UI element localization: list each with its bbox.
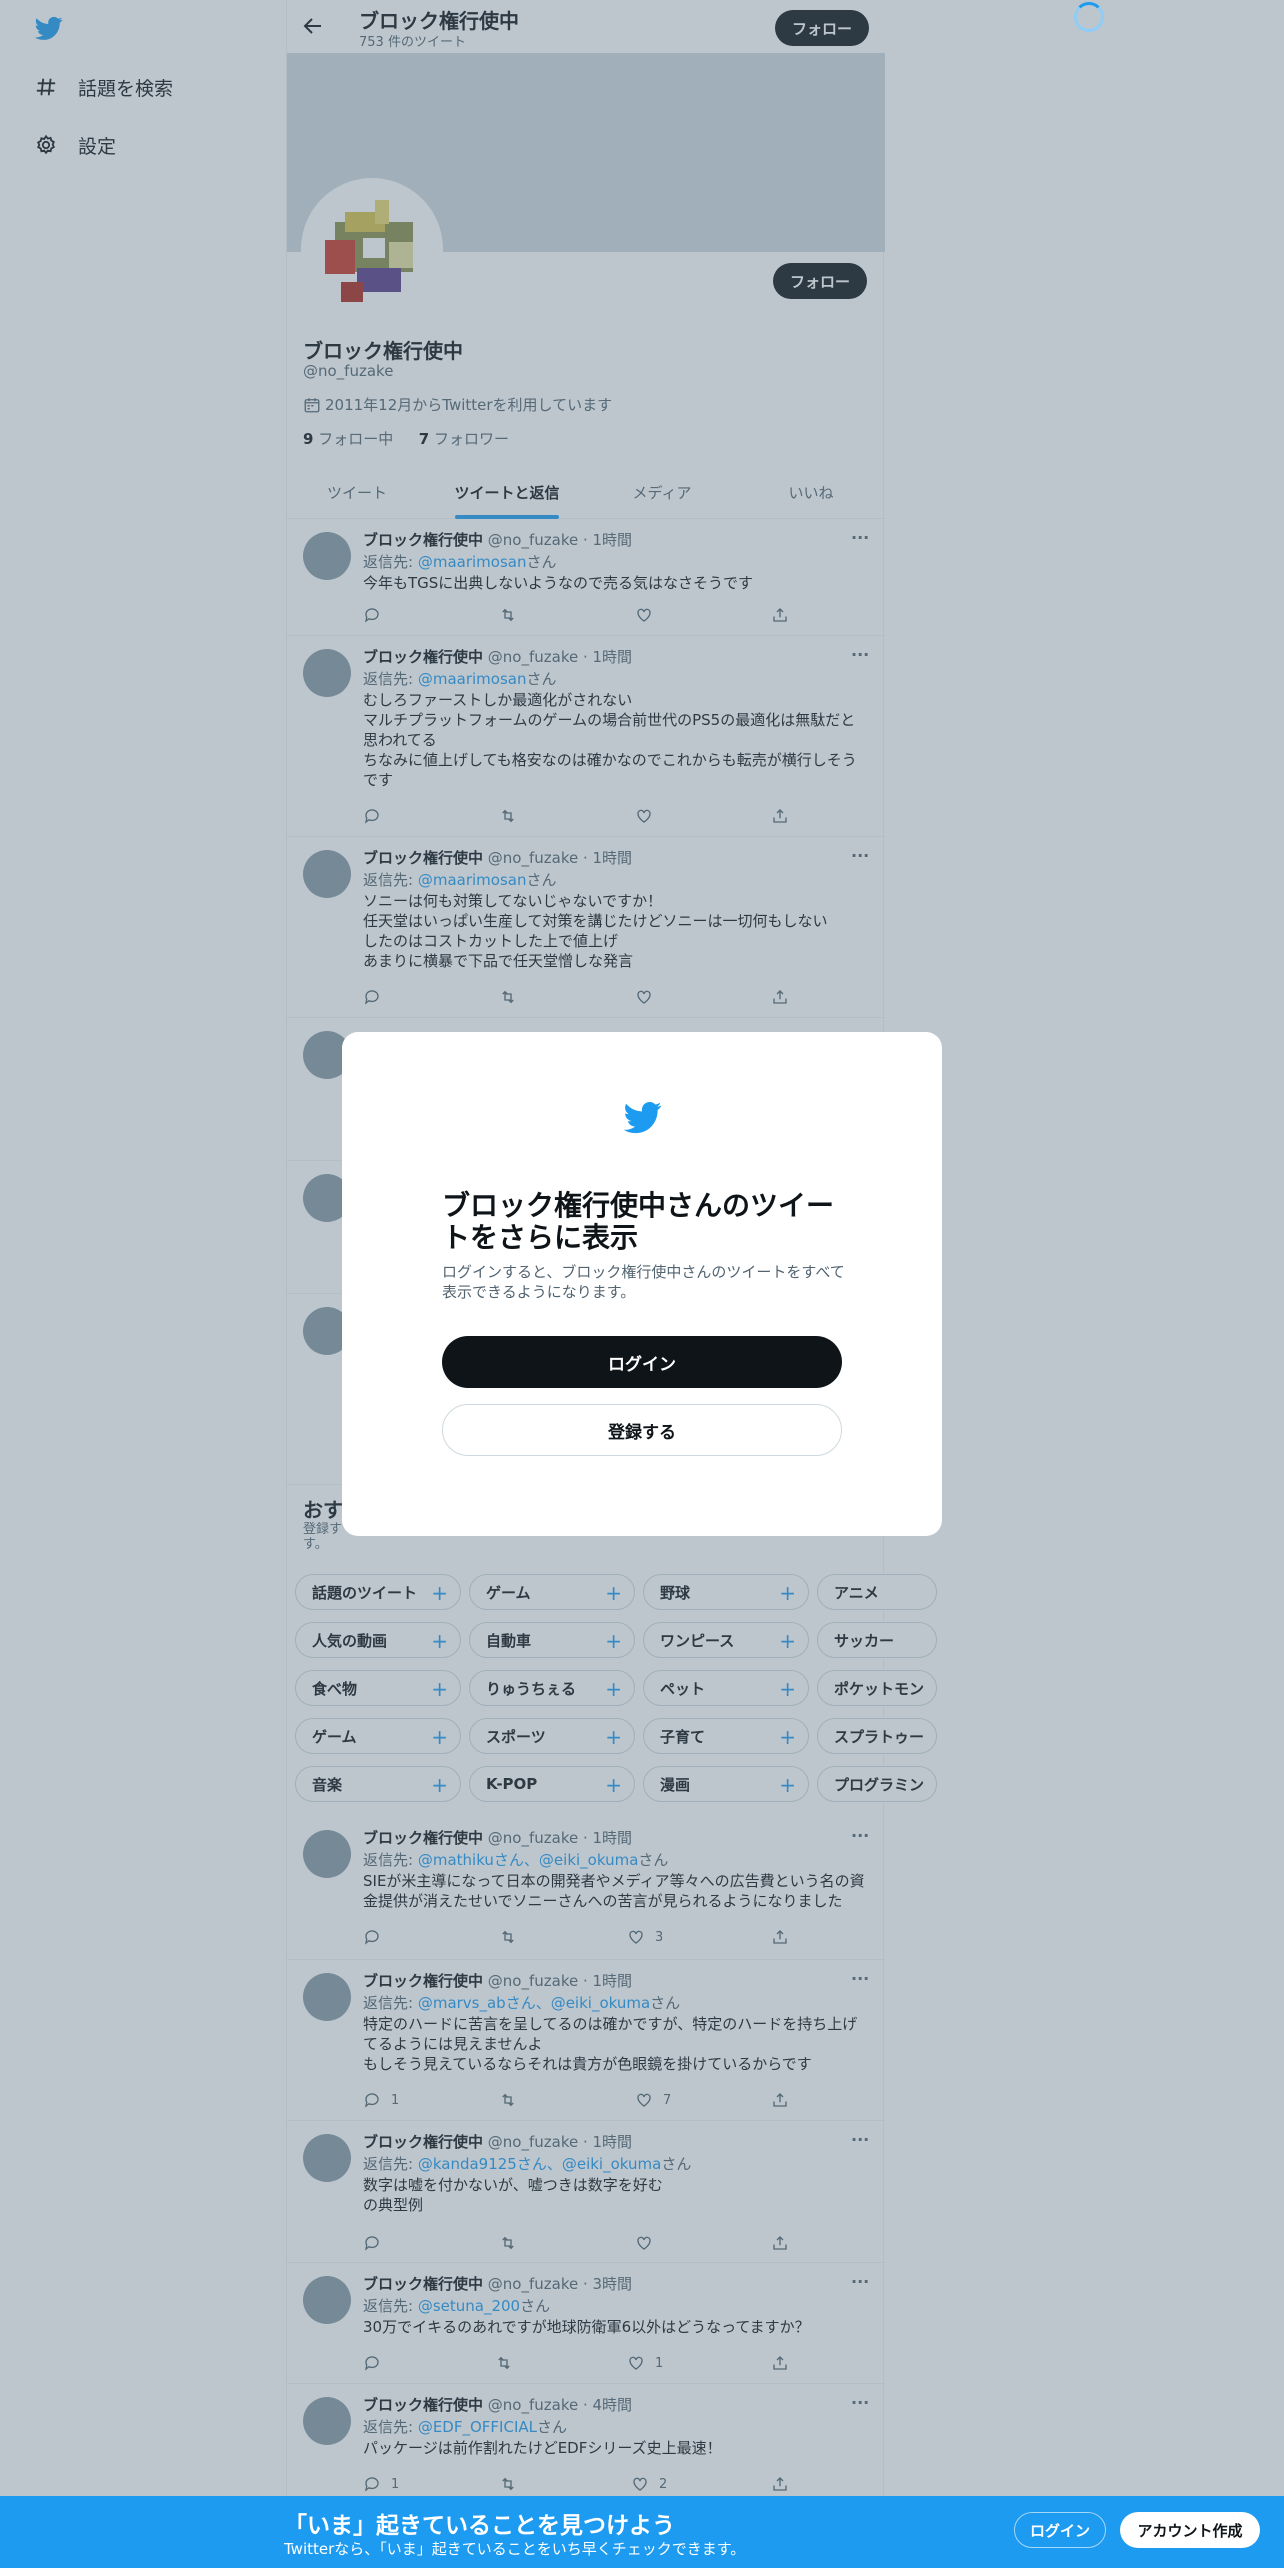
banner-signup-button[interactable]: アカウント作成 (1120, 2512, 1260, 2548)
twitter-bird-icon (623, 1101, 662, 1134)
loading-spinner-icon (1074, 2, 1104, 32)
banner-subtitle: Twitterなら、「いま」起きていることをいち早くチェックできます。 (284, 2540, 746, 2558)
dialog-description: ログインすると、ブロック権行使中さんのツイートをすべて表示できるようになります。 (442, 1263, 845, 1301)
banner-login-button[interactable]: ログイン (1014, 2512, 1106, 2548)
signup-banner: 「いま」起きていることを見つけよう Twitterなら、「いま」起きていることを… (0, 2496, 1284, 2568)
signup-button[interactable]: 登録する (442, 1404, 842, 1456)
banner-title: 「いま」起きていることを見つけよう (284, 2513, 675, 2539)
login-button[interactable]: ログイン (442, 1336, 842, 1388)
dialog-title: ブロック権行使中さんのツイートをさらに表示 (442, 1189, 835, 1254)
login-prompt-dialog: ブロック権行使中さんのツイートをさらに表示 ログインすると、ブロック権行使中さん… (342, 1032, 942, 1536)
